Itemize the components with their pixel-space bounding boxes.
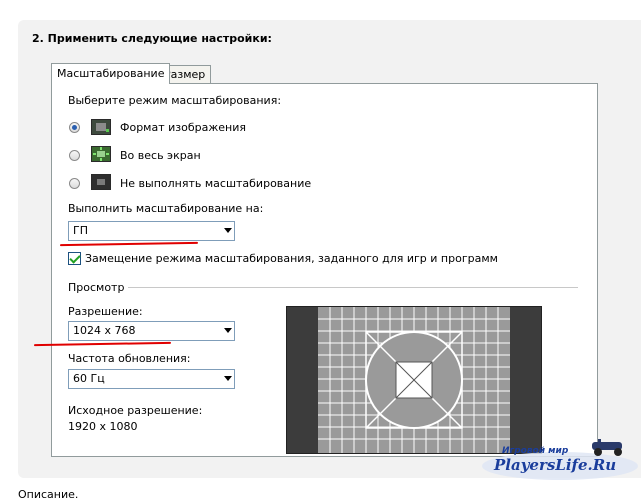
resolution-value: 1024 x 768 bbox=[73, 324, 136, 337]
refresh-rate-value: 60 Гц bbox=[73, 372, 105, 385]
chevron-down-icon bbox=[224, 228, 232, 233]
perform-scaling-on-value: ГП bbox=[73, 224, 88, 237]
resolution-label: Разрешение: bbox=[68, 305, 143, 318]
red-underline-gpu bbox=[59, 241, 199, 247]
chevron-down-icon bbox=[224, 328, 232, 333]
refresh-rate-label: Частота обновления: bbox=[68, 352, 191, 365]
mode-label-no-scaling[interactable]: Не выполнять масштабирование bbox=[120, 177, 311, 190]
perform-scaling-on-select[interactable]: ГП bbox=[68, 221, 235, 241]
native-resolution-value: 1920 x 1080 bbox=[68, 420, 138, 433]
chevron-down-icon bbox=[224, 376, 232, 381]
resolution-select[interactable]: 1024 x 768 bbox=[68, 321, 235, 341]
preview-group-label: Просмотр bbox=[68, 281, 125, 294]
radio-fullscreen[interactable] bbox=[69, 150, 80, 161]
perform-scaling-on-label: Выполнить масштабирование на: bbox=[68, 202, 264, 215]
mode-label-aspect-ratio[interactable]: Формат изображения bbox=[120, 121, 246, 134]
override-scaling-label[interactable]: Замещение режима масштабирования, заданн… bbox=[85, 252, 498, 265]
native-resolution-label: Исходное разрешение: bbox=[68, 404, 203, 417]
aspect-ratio-icon bbox=[91, 119, 111, 135]
radio-no-scaling[interactable] bbox=[69, 178, 80, 189]
description-label: Описание. bbox=[18, 488, 79, 501]
scaling-preview-image bbox=[286, 306, 542, 454]
watermark-line2: PlayersLife.Ru bbox=[494, 456, 617, 474]
tab-scaling[interactable]: Масштабирование bbox=[51, 63, 171, 84]
scaling-mode-prompt: Выберите режим масштабирования: bbox=[68, 94, 282, 107]
preview-group-divider bbox=[128, 287, 578, 288]
radio-aspect-ratio[interactable] bbox=[69, 122, 80, 133]
red-underline-resolution bbox=[33, 341, 172, 347]
watermark-line1: Игровой мир bbox=[502, 446, 569, 456]
site-watermark: Игровой мир PlayersLife.Ru bbox=[480, 438, 641, 484]
mode-label-fullscreen[interactable]: Во весь экран bbox=[120, 149, 201, 162]
fullscreen-icon bbox=[91, 146, 111, 162]
no-scaling-icon bbox=[91, 174, 111, 190]
refresh-rate-select[interactable]: 60 Гц bbox=[68, 369, 235, 389]
test-pattern-icon bbox=[287, 307, 541, 453]
section-title: 2. Применить следующие настройки: bbox=[32, 32, 272, 45]
override-scaling-checkbox[interactable] bbox=[68, 252, 81, 265]
